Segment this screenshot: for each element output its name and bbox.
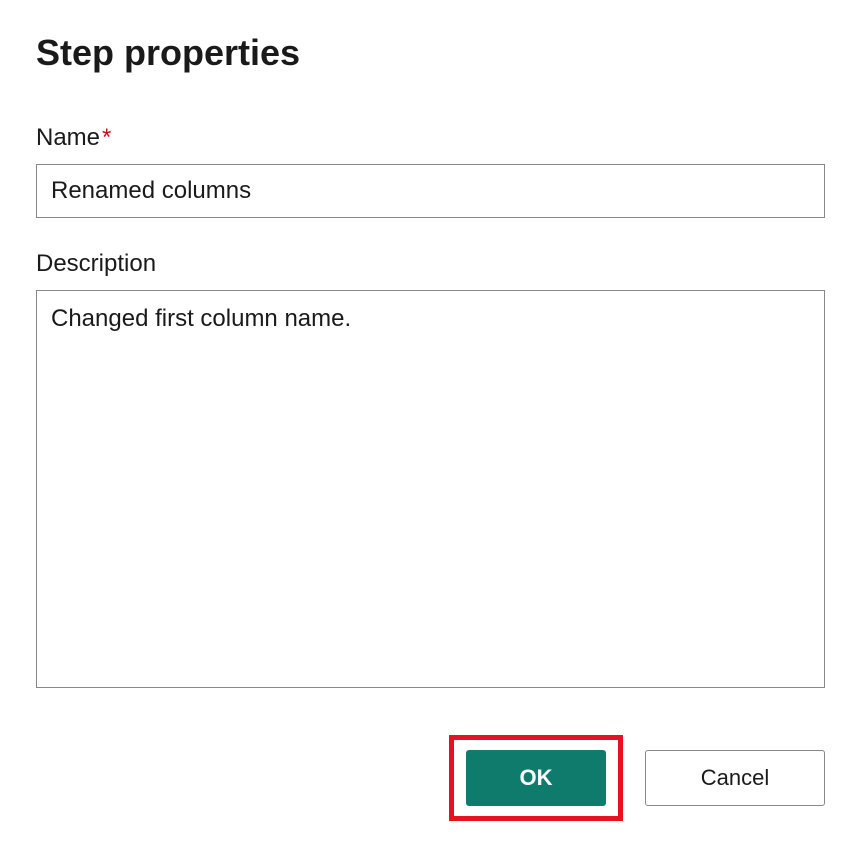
required-asterisk: * — [102, 124, 111, 151]
dialog-title: Step properties — [36, 32, 825, 74]
description-label: Description — [36, 250, 825, 278]
name-label: Name* — [36, 124, 825, 152]
name-field-group: Name* — [36, 124, 825, 218]
cancel-button[interactable]: Cancel — [645, 750, 825, 806]
name-input[interactable] — [36, 164, 825, 218]
name-label-text: Name — [36, 124, 100, 151]
description-field-group: Description — [36, 250, 825, 693]
dialog-button-row: OK Cancel — [36, 735, 825, 821]
ok-button[interactable]: OK — [466, 750, 606, 806]
description-textarea[interactable] — [36, 290, 825, 688]
step-properties-dialog: Step properties Name* Description OK Can… — [0, 0, 861, 857]
ok-button-highlight: OK — [449, 735, 623, 821]
